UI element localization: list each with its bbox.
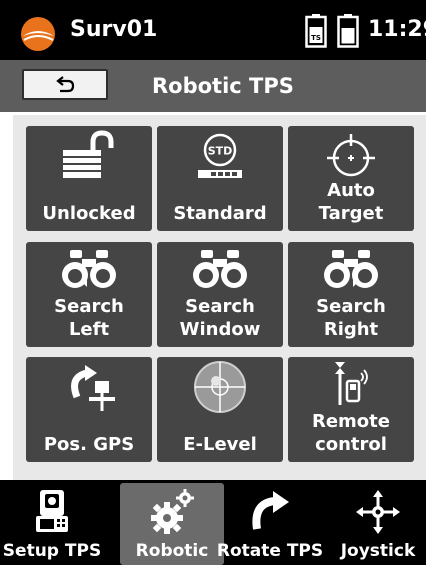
tile-label-line2: Right (323, 319, 379, 340)
electronic-level-icon (194, 361, 246, 413)
padlock-open-icon (63, 130, 114, 178)
pos-gps-tile[interactable]: Pos. GPS (26, 357, 152, 462)
total-station-icon (36, 490, 68, 532)
back-button[interactable] (22, 69, 108, 100)
joystick-arrows-icon (356, 490, 400, 534)
tile-grid: Unlocked STD Standard Auto Target Search… (13, 115, 426, 480)
tile-label-line2: Target (318, 203, 384, 224)
nav-rotate-tps[interactable]: Rotate TPS (217, 483, 323, 565)
rotate-arrow-icon (252, 491, 289, 530)
nav-label: Joystick (340, 541, 416, 561)
nav-joystick[interactable]: Joystick (326, 483, 426, 565)
battery-icon (337, 14, 359, 48)
tile-label: Unlocked (42, 203, 136, 224)
crosshair-icon (327, 134, 375, 177)
bottom-nav: Setup TPS Robotic Rotate TPS Joystick (0, 480, 426, 565)
remote-control-tile[interactable]: Remote control (288, 357, 414, 462)
tile-label-line1: Auto (327, 180, 375, 201)
ts-battery-icon: TS (305, 14, 327, 48)
tile-label-line1: Search (316, 296, 386, 317)
tile-label-line2: Left (68, 319, 110, 340)
tile-label-line2: Window (179, 319, 261, 340)
nav-robotic[interactable]: Robotic (120, 483, 224, 565)
e-level-tile[interactable]: E-Level (157, 357, 283, 462)
std-label: STD (208, 145, 233, 158)
binoculars-right-icon (324, 250, 378, 288)
clock: 11:29 (368, 17, 426, 42)
app-name: Surv01 (70, 17, 158, 42)
search-window-tile[interactable]: Search Window (157, 242, 283, 347)
status-bar: Surv01 TS 11:29 (0, 0, 426, 60)
title-bar: Robotic TPS (0, 60, 426, 112)
page-title: Robotic TPS (152, 74, 294, 98)
tile-label-line2: control (315, 434, 387, 455)
tile-label-line1: Remote (311, 411, 390, 432)
binoculars-window-icon (193, 250, 247, 288)
tile-label-line1: Search (185, 296, 255, 317)
tile-label: Pos. GPS (43, 434, 135, 455)
unlocked-tile[interactable]: Unlocked (26, 126, 152, 231)
std-mode-icon: STD (198, 133, 242, 178)
auto-target-tile[interactable]: Auto Target (288, 126, 414, 231)
gps-position-icon (71, 365, 115, 411)
standard-tile[interactable]: STD Standard (157, 126, 283, 231)
app-logo-icon (21, 17, 55, 51)
search-right-tile[interactable]: Search Right (288, 242, 414, 347)
tile-label-line1: Search (54, 296, 124, 317)
back-arrow-icon (56, 76, 75, 93)
function-panel: Unlocked STD Standard Auto Target Search… (0, 112, 426, 480)
binoculars-left-icon (62, 250, 116, 288)
nav-setup-tps[interactable]: Setup TPS (0, 483, 104, 565)
tile-label: E-Level (183, 434, 257, 455)
nav-label: Rotate TPS (216, 541, 324, 561)
tile-label: Standard (173, 203, 267, 224)
search-left-tile[interactable]: Search Left (26, 242, 152, 347)
gears-icon (151, 489, 194, 534)
nav-label: Setup TPS (2, 541, 102, 561)
remote-control-icon (335, 362, 368, 405)
battery-badge: TS (311, 34, 321, 42)
